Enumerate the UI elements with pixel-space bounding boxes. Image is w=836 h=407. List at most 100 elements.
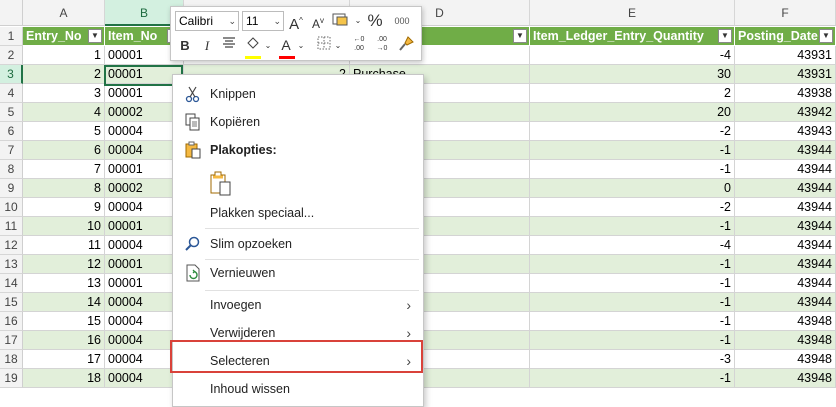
table-cell-f[interactable]: 43944 <box>735 179 836 198</box>
table-cell-e[interactable]: -3 <box>530 350 735 369</box>
number-format-icon[interactable] <box>330 11 352 31</box>
table-cell-a[interactable]: 7 <box>23 160 105 179</box>
table-cell-f[interactable]: 43948 <box>735 331 836 350</box>
menu-item-delete[interactable]: Verwijderen › <box>173 319 423 347</box>
menu-item-paste-special[interactable]: Plakken speciaal... <box>173 199 423 227</box>
row-header[interactable]: 1 <box>0 27 23 46</box>
row-header[interactable]: 4 <box>0 84 23 103</box>
menu-item-smart-lookup[interactable]: Slim opzoeken <box>173 230 423 258</box>
row-header[interactable]: 10 <box>0 198 23 217</box>
chevron-down-icon[interactable]: ⌄ <box>354 11 362 31</box>
bold-button[interactable]: B <box>175 36 195 56</box>
table-cell-a[interactable]: 5 <box>23 122 105 141</box>
table-header-cell[interactable]: Posting_Date ▼ <box>735 27 836 46</box>
italic-button[interactable]: I <box>197 36 217 56</box>
font-size-box[interactable]: 11 ⌄ <box>242 11 284 31</box>
row-header[interactable]: 16 <box>0 312 23 331</box>
row-header[interactable]: 5 <box>0 103 23 122</box>
fill-color-icon[interactable] <box>243 36 263 56</box>
row-header[interactable]: 11 <box>0 217 23 236</box>
table-cell-f[interactable]: 43944 <box>735 160 836 179</box>
table-cell-f[interactable]: 43944 <box>735 255 836 274</box>
font-name-box[interactable]: Calibri ⌄ <box>175 11 239 31</box>
format-painter-icon[interactable] <box>396 36 416 56</box>
filter-dropdown-icon[interactable]: ▼ <box>718 29 732 43</box>
row-header[interactable]: 8 <box>0 160 23 179</box>
table-cell-f[interactable]: 43944 <box>735 236 836 255</box>
table-cell-a[interactable]: 16 <box>23 331 105 350</box>
table-cell-e[interactable]: -2 <box>530 198 735 217</box>
table-cell-f[interactable]: 43944 <box>735 198 836 217</box>
row-header[interactable]: 15 <box>0 293 23 312</box>
table-cell-f[interactable]: 43948 <box>735 369 836 388</box>
chevron-down-icon[interactable]: ⌄ <box>297 36 305 56</box>
table-cell-f[interactable]: 43938 <box>735 84 836 103</box>
menu-item-clear-contents[interactable]: Inhoud wissen <box>173 375 423 403</box>
row-header[interactable]: 13 <box>0 255 23 274</box>
table-cell-e[interactable]: 0 <box>530 179 735 198</box>
shrink-font-icon[interactable]: Av <box>309 11 327 31</box>
filter-dropdown-icon[interactable]: ▼ <box>88 29 102 43</box>
row-header[interactable]: 3 <box>0 65 23 84</box>
table-cell-e[interactable]: -1 <box>530 217 735 236</box>
table-header-cell[interactable]: Entry_No ▼ <box>23 27 105 46</box>
menu-item-select[interactable]: Selecteren › <box>173 347 423 375</box>
paste-button[interactable] <box>173 167 423 201</box>
filter-dropdown-icon[interactable]: ▼ <box>513 29 527 43</box>
table-cell-f[interactable]: 43948 <box>735 312 836 331</box>
table-cell-a[interactable]: 9 <box>23 198 105 217</box>
filter-dropdown-icon[interactable]: ▼ <box>819 29 833 43</box>
row-header[interactable]: 9 <box>0 179 23 198</box>
table-cell-a[interactable]: 2 <box>23 65 105 84</box>
table-cell-a[interactable]: 3 <box>23 84 105 103</box>
table-cell-a[interactable]: 8 <box>23 179 105 198</box>
table-cell-f[interactable]: 43942 <box>735 103 836 122</box>
row-header[interactable]: 17 <box>0 331 23 350</box>
table-cell-a[interactable]: 6 <box>23 141 105 160</box>
column-header-f[interactable]: F <box>735 0 836 26</box>
menu-item-copy[interactable]: Kopiëren <box>173 108 423 136</box>
table-cell-e[interactable]: -4 <box>530 236 735 255</box>
table-cell-a[interactable]: 1 <box>23 46 105 65</box>
table-cell-e[interactable]: -1 <box>530 312 735 331</box>
increase-decimal-icon[interactable]: ←0 .00 <box>349 35 369 55</box>
table-cell-e[interactable]: 30 <box>530 65 735 84</box>
row-header[interactable]: 18 <box>0 350 23 369</box>
table-cell-e[interactable]: -1 <box>530 255 735 274</box>
select-all-corner[interactable] <box>0 0 23 26</box>
column-header-e[interactable]: E <box>530 0 735 26</box>
table-header-cell[interactable]: Item_Ledger_Entry_Quantity ▼ <box>530 27 735 46</box>
table-cell-e[interactable]: -1 <box>530 274 735 293</box>
chevron-down-icon[interactable]: ⌄ <box>334 36 342 56</box>
row-header[interactable]: 14 <box>0 274 23 293</box>
font-color-icon[interactable]: A <box>277 35 295 55</box>
align-center-icon[interactable] <box>219 36 239 56</box>
table-cell-e[interactable]: -1 <box>530 293 735 312</box>
menu-item-insert[interactable]: Invoegen › <box>173 291 423 319</box>
table-cell-a[interactable]: 14 <box>23 293 105 312</box>
table-cell-f[interactable]: 43944 <box>735 274 836 293</box>
row-header[interactable]: 12 <box>0 236 23 255</box>
grow-font-icon[interactable]: A^ <box>287 11 305 33</box>
row-header[interactable]: 6 <box>0 122 23 141</box>
table-cell-f[interactable]: 43948 <box>735 350 836 369</box>
menu-item-refresh[interactable]: Vernieuwen <box>173 259 423 287</box>
table-cell-e[interactable]: 20 <box>530 103 735 122</box>
table-cell-e[interactable]: -1 <box>530 141 735 160</box>
table-cell-e[interactable]: 2 <box>530 84 735 103</box>
menu-item-cut[interactable]: Knippen <box>173 80 423 108</box>
table-cell-f[interactable]: 43931 <box>735 65 836 84</box>
row-header[interactable]: 7 <box>0 141 23 160</box>
table-cell-e[interactable]: -4 <box>530 46 735 65</box>
table-cell-a[interactable]: 11 <box>23 236 105 255</box>
row-header[interactable]: 19 <box>0 369 23 388</box>
comma-style-icon[interactable]: 000 <box>388 11 416 31</box>
table-cell-a[interactable]: 13 <box>23 274 105 293</box>
table-cell-a[interactable]: 15 <box>23 312 105 331</box>
table-cell-f[interactable]: 43944 <box>735 141 836 160</box>
table-cell-a[interactable]: 10 <box>23 217 105 236</box>
table-cell-a[interactable]: 17 <box>23 350 105 369</box>
table-cell-a[interactable]: 18 <box>23 369 105 388</box>
table-cell-a[interactable]: 4 <box>23 103 105 122</box>
table-cell-e[interactable]: -1 <box>530 160 735 179</box>
